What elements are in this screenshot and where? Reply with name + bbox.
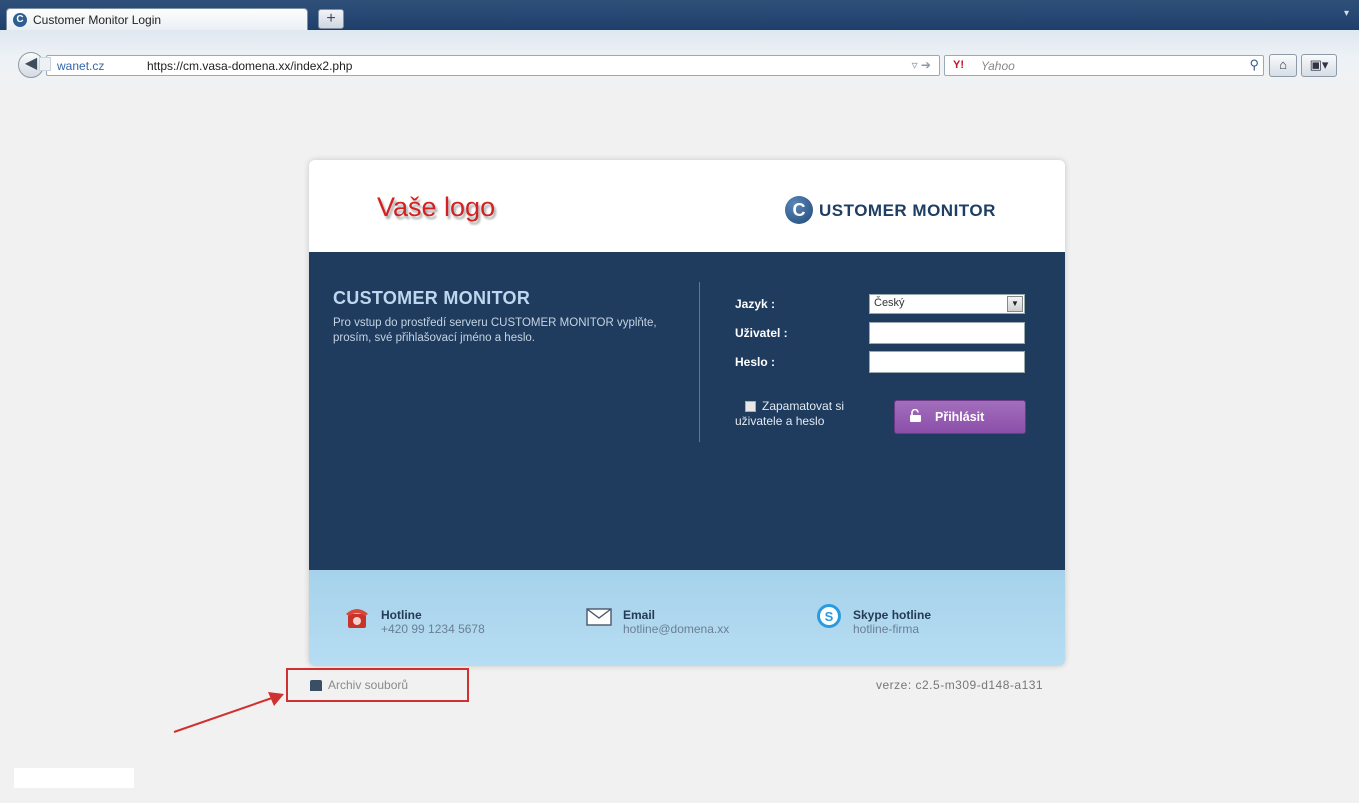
language-label: Jazyk : xyxy=(735,297,776,311)
user-label: Uživatel : xyxy=(735,326,788,340)
address-bar[interactable]: wanet.cz https://cm.vasa-domena.xx/index… xyxy=(39,55,940,76)
site-identity-icon[interactable] xyxy=(39,57,51,71)
language-selected-value[interactable]: Český xyxy=(874,297,905,309)
tab-title: Customer Monitor Login xyxy=(33,13,162,27)
url-text[interactable]: https://cm.vasa-domena.xx/index2.php xyxy=(147,59,352,73)
company-logo-placeholder: Vaše logo xyxy=(377,192,496,222)
language-select[interactable]: Český ▼ xyxy=(869,294,1025,314)
archive-link[interactable]: Archiv souborů xyxy=(328,678,408,692)
annotation-arrow-icon xyxy=(173,692,284,733)
search-bar[interactable]: Y! Yahoo ⚲ xyxy=(944,55,1264,76)
blank-patch xyxy=(14,768,134,788)
url-site-identity[interactable]: wanet.cz xyxy=(57,59,104,73)
chevron-down-icon[interactable]: ▼ xyxy=(1007,296,1023,312)
window-menu-icon[interactable]: ▾ xyxy=(1344,8,1349,19)
email-title: Email xyxy=(623,608,656,622)
hotline-title: Hotline xyxy=(381,608,422,622)
version-text: verze: c2.5-m309-d148-a131 xyxy=(876,678,1044,692)
yahoo-logo-icon[interactable]: Y! xyxy=(953,59,964,71)
user-field[interactable] xyxy=(869,322,1025,344)
browser-tab[interactable]: C Customer Monitor Login xyxy=(6,8,308,32)
search-icon[interactable]: ⚲ xyxy=(1249,57,1259,73)
hotline-number: +420 99 1234 5678 xyxy=(381,622,485,636)
new-tab-button[interactable]: + xyxy=(318,9,344,29)
customer-monitor-favicon-icon: C xyxy=(13,13,27,27)
svg-text:S: S xyxy=(825,609,834,624)
search-placeholder: Yahoo xyxy=(981,59,1015,73)
skype-icon: S xyxy=(817,604,841,628)
archive-box-icon xyxy=(310,680,322,691)
page-menu-icon[interactable]: ▣▾ xyxy=(1301,54,1337,77)
intro-description: Pro vstup do prostředí serveru CUSTOMER … xyxy=(333,317,657,344)
phone-icon xyxy=(346,609,368,628)
skype-handle: hotline-firma xyxy=(853,622,920,636)
envelope-icon xyxy=(586,608,612,626)
brand-text: USTOMER MONITOR xyxy=(819,201,996,220)
login-button[interactable]: Přihlásit xyxy=(894,400,1026,434)
browser-titlebar: C Customer Monitor Login + ▾ xyxy=(0,0,1359,32)
go-arrow-icon[interactable]: ▿ ➔ xyxy=(912,58,931,72)
password-field[interactable] xyxy=(869,351,1025,373)
intro-title: CUSTOMER MONITOR xyxy=(333,288,531,308)
email-address[interactable]: hotline@domena.xx xyxy=(623,622,729,636)
card-header: Vaše logo C USTOMER MONITOR xyxy=(309,160,1065,252)
remember-checkbox[interactable] xyxy=(745,401,756,412)
panel-divider xyxy=(699,282,700,442)
password-label: Heslo : xyxy=(735,355,776,369)
login-card: Vaše logo C USTOMER MONITOR CUSTOMER MON… xyxy=(309,160,1065,666)
archive-highlight-annotation: Archiv souborů xyxy=(286,668,469,702)
unlock-icon xyxy=(910,409,921,422)
skype-title: Skype hotline xyxy=(853,608,932,622)
contact-footer: Hotline +420 99 1234 5678 Email hotline@… xyxy=(309,570,1065,666)
remember-label[interactable]: Zapamatovat si uživatele a heslo xyxy=(735,399,877,429)
home-icon[interactable]: ⌂ xyxy=(1269,54,1297,77)
brand-c-icon: C xyxy=(785,196,813,224)
login-panel: CUSTOMER MONITOR Pro vstup do prostředí … xyxy=(309,252,1065,570)
login-button-label: Přihlásit xyxy=(935,410,985,424)
